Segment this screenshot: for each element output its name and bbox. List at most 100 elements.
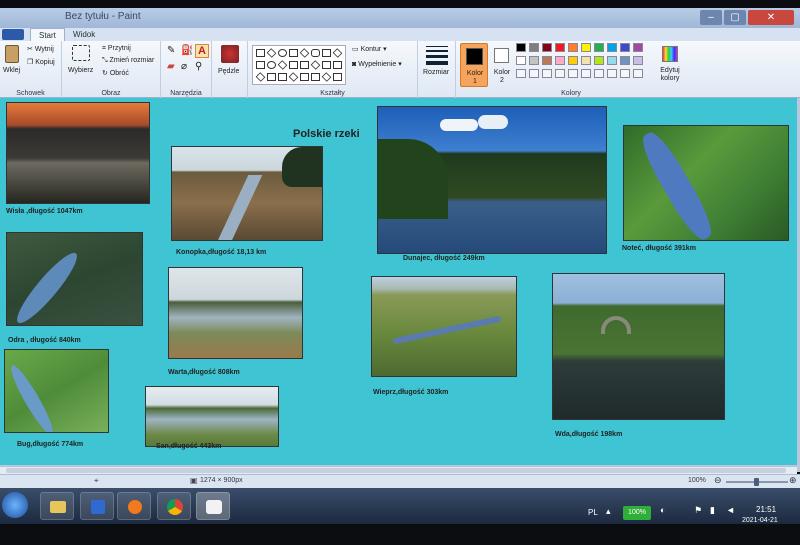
- color-swatch[interactable]: [620, 56, 630, 65]
- resize-button[interactable]: ⤡ Zmień rozmiar: [102, 57, 154, 65]
- shape-option[interactable]: [311, 73, 320, 81]
- taskbar-explorer[interactable]: [40, 492, 74, 520]
- shape-option[interactable]: [267, 61, 276, 69]
- select-button[interactable]: Wybierz: [68, 67, 93, 74]
- custom-color-swatch[interactable]: [581, 69, 591, 78]
- color-swatch[interactable]: [581, 56, 591, 65]
- rotate-button[interactable]: ↻ Obróć: [102, 69, 129, 77]
- fill-dropdown[interactable]: ◙ Wypełnienie ▾: [352, 60, 402, 68]
- taskbar-paint[interactable]: [196, 492, 230, 520]
- custom-color-swatch[interactable]: [568, 69, 578, 78]
- tab-start[interactable]: Start: [30, 28, 65, 41]
- shape-option[interactable]: [299, 48, 310, 58]
- taskbar-chrome[interactable]: [157, 492, 191, 520]
- shape-option[interactable]: [255, 72, 266, 82]
- color-swatch[interactable]: [516, 56, 526, 65]
- custom-color-swatch[interactable]: [594, 69, 604, 78]
- taskbar-save-app[interactable]: [80, 492, 114, 520]
- shapes-gallery[interactable]: [252, 45, 346, 85]
- custom-color-swatch[interactable]: [516, 69, 526, 78]
- clock-date[interactable]: 2021-04-21: [742, 517, 778, 524]
- outline-dropdown[interactable]: ▭ Kontur ▾: [352, 45, 387, 53]
- color-swatch[interactable]: [555, 43, 565, 52]
- zoom-slider-thumb[interactable]: [754, 478, 759, 486]
- color2-button[interactable]: Kolor 2: [490, 43, 514, 87]
- volume-icon[interactable]: ◄: [726, 505, 735, 515]
- zoom-in-button[interactable]: ⊕: [789, 475, 797, 486]
- custom-color-swatch[interactable]: [529, 69, 539, 78]
- shape-option[interactable]: [310, 60, 321, 70]
- eraser-icon[interactable]: ▰: [167, 61, 175, 72]
- zoom-out-button[interactable]: ⊖: [714, 475, 722, 486]
- shape-option[interactable]: [266, 48, 277, 58]
- horizontal-scrollbar[interactable]: [0, 466, 797, 474]
- color-swatch[interactable]: [607, 43, 617, 52]
- color-palette[interactable]: [516, 43, 656, 87]
- color-picker-icon[interactable]: ⌀: [181, 61, 187, 72]
- flag-icon[interactable]: ⚑: [694, 505, 702, 516]
- paste-button[interactable]: Wklej: [3, 67, 20, 74]
- pencil-icon[interactable]: ✎: [167, 45, 175, 56]
- close-button[interactable]: ✕: [748, 10, 794, 25]
- custom-color-swatch[interactable]: [542, 69, 552, 78]
- brush-icon[interactable]: [221, 45, 239, 63]
- cut-button[interactable]: ✂ Wytnij: [27, 45, 54, 53]
- start-button[interactable]: [2, 492, 28, 518]
- color-swatch[interactable]: [620, 43, 630, 52]
- custom-color-swatch[interactable]: [633, 69, 643, 78]
- shape-option[interactable]: [333, 61, 342, 69]
- custom-color-swatch[interactable]: [607, 69, 617, 78]
- text-tool-icon[interactable]: A: [195, 44, 209, 58]
- fill-bucket-icon[interactable]: ⛽: [181, 45, 193, 56]
- color-swatch[interactable]: [581, 43, 591, 52]
- color-swatch[interactable]: [594, 43, 604, 52]
- shape-option[interactable]: [300, 73, 309, 81]
- color-swatch[interactable]: [633, 43, 643, 52]
- line-size-icon[interactable]: [426, 46, 448, 65]
- color-swatch[interactable]: [529, 43, 539, 52]
- color-swatch[interactable]: [633, 56, 643, 65]
- tab-view[interactable]: Widok: [65, 28, 103, 41]
- custom-color-swatch[interactable]: [620, 69, 630, 78]
- shape-option[interactable]: [278, 73, 287, 81]
- shape-option[interactable]: [256, 61, 265, 69]
- color-swatch[interactable]: [542, 56, 552, 65]
- shape-option[interactable]: [256, 49, 265, 57]
- shape-option[interactable]: [267, 73, 276, 81]
- color-swatch[interactable]: [516, 43, 526, 52]
- tray-expand-icon[interactable]: ▴: [606, 506, 611, 517]
- shape-option[interactable]: [277, 60, 288, 70]
- scrollbar-thumb[interactable]: [6, 468, 786, 473]
- color1-button[interactable]: Kolor 1: [460, 43, 488, 87]
- color-swatch[interactable]: [529, 56, 539, 65]
- edit-colors-button[interactable]: Edytuj kolory: [656, 43, 684, 87]
- crop-button[interactable]: ⌗ Przytnij: [102, 45, 131, 53]
- shape-option[interactable]: [278, 49, 287, 57]
- signal-icon[interactable]: ▮: [710, 505, 715, 516]
- color-swatch[interactable]: [607, 56, 617, 65]
- clock-time[interactable]: 21:51: [756, 505, 776, 514]
- file-menu-button[interactable]: [2, 29, 24, 40]
- shape-option[interactable]: [300, 61, 309, 69]
- color-swatch[interactable]: [568, 56, 578, 65]
- shape-option[interactable]: [288, 72, 299, 82]
- color-swatch[interactable]: [568, 43, 578, 52]
- size-button[interactable]: Rozmiar: [423, 69, 449, 76]
- color-swatch[interactable]: [555, 56, 565, 65]
- custom-color-swatch[interactable]: [555, 69, 565, 78]
- shape-option[interactable]: [322, 49, 331, 57]
- language-indicator[interactable]: PL: [588, 508, 598, 517]
- shape-option[interactable]: [322, 61, 331, 69]
- taskbar-media-player[interactable]: [117, 492, 151, 520]
- shape-option[interactable]: [333, 73, 342, 81]
- drawing-canvas[interactable]: Polskie rzeki Wisła ,długość 1047km Kono…: [0, 98, 797, 465]
- maximize-button[interactable]: ▢: [724, 10, 746, 25]
- brushes-button[interactable]: Pędzle: [218, 68, 239, 75]
- network-icon[interactable]: ◐: [660, 505, 665, 515]
- battery-indicator[interactable]: 100%: [623, 506, 651, 520]
- magnifier-icon[interactable]: ⚲: [195, 61, 202, 72]
- shape-option[interactable]: [332, 48, 343, 58]
- shape-option[interactable]: [311, 49, 320, 57]
- shape-option[interactable]: [321, 72, 332, 82]
- color-swatch[interactable]: [594, 56, 604, 65]
